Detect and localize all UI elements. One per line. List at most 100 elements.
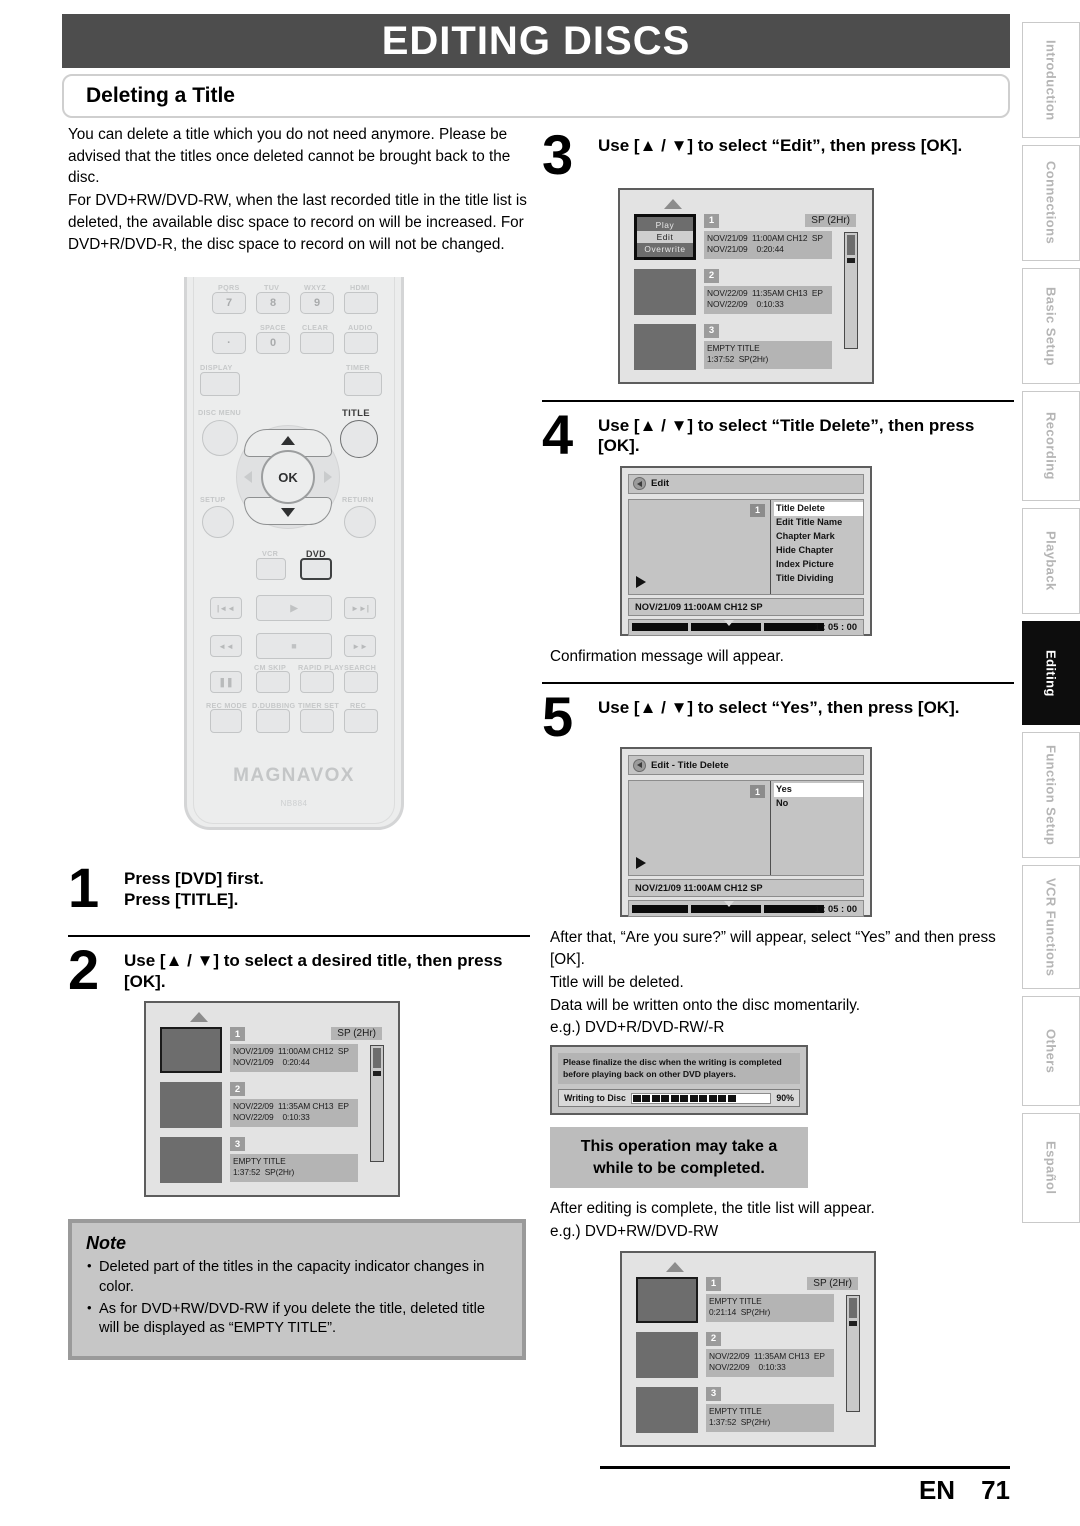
progress-percent: 90% — [776, 1093, 794, 1104]
title-thumbnail[interactable] — [636, 1331, 698, 1378]
menu-item-index-picture[interactable]: Index Picture — [774, 558, 863, 572]
step-2: 2 Use [▲ / ▼] to select a desired title,… — [68, 938, 530, 1198]
key-previous[interactable]: |◄◄ — [210, 597, 242, 620]
sidebar-item-basic-setup[interactable]: Basic Setup — [1022, 268, 1080, 384]
step-5: 5 Use [▲ / ▼] to select “Yes”, then pres… — [542, 688, 1014, 1447]
step-1-text: Press [DVD] first. Press [TITLE]. — [124, 869, 264, 909]
table-row[interactable]: Play Edit Overwrite 1 NOV/21/09 11:00AM … — [634, 213, 866, 266]
title-number-badge: 2 — [704, 268, 719, 283]
menu-item-title-dividing[interactable]: Title Dividing — [774, 572, 863, 586]
key-vcr[interactable] — [256, 558, 286, 581]
title-delete-confirm-screen: Edit - Title Delete 1 Yes No NOV/21/09 1… — [620, 747, 872, 918]
menu-item-no[interactable]: No — [774, 797, 863, 811]
sidebar-item-editing[interactable]: Editing — [1022, 621, 1080, 725]
sidebar-item-vcr-functions[interactable]: VCR Functions — [1022, 865, 1080, 989]
screen-body: 1 Yes No — [628, 780, 864, 877]
tab-label: Function Setup — [1043, 744, 1059, 846]
title-thumbnail[interactable] — [160, 1027, 222, 1074]
sidebar-item-introduction[interactable]: Introduction — [1022, 22, 1080, 138]
title-info: NOV/21/09 11:00AM CH12 SP NOV/21/09 0:20… — [704, 230, 832, 259]
key-rapid-play[interactable] — [300, 671, 334, 694]
after-step5-p2: Title will be deleted. — [550, 973, 684, 991]
menu-item-hide-chapter[interactable]: Hide Chapter — [774, 544, 863, 558]
title-info: EMPTY TITLE 1:37:52 SP(2Hr) — [706, 1403, 834, 1432]
after-step5-text: After that, “Are you sure?” will appear,… — [550, 927, 1014, 1039]
context-menu[interactable]: Play Edit Overwrite — [634, 213, 696, 260]
key-cm-skip[interactable] — [256, 671, 290, 694]
table-row[interactable]: 3 EMPTY TITLE 1:37:52 SP(2Hr) — [636, 1386, 868, 1439]
key-fast-forward[interactable]: ►► — [344, 635, 376, 658]
key-pause[interactable]: ❚❚ — [210, 671, 242, 694]
key-play[interactable]: ▶ — [256, 595, 332, 622]
key-timer[interactable] — [344, 372, 382, 397]
key-9[interactable]: 9 — [300, 292, 334, 315]
key-audio[interactable] — [344, 332, 378, 355]
menu-item-title-delete[interactable]: Title Delete — [774, 501, 863, 516]
tab-label: Editing — [1043, 649, 1059, 697]
title-thumbnail[interactable] — [160, 1082, 222, 1129]
menu-item-yes[interactable]: Yes — [774, 783, 863, 798]
screen-body: 1 Title Delete Edit Title Name Chapter M… — [628, 498, 864, 595]
sidebar-item-playback[interactable]: Playback — [1022, 508, 1080, 614]
table-row[interactable]: 1 EMPTY TITLE 0:21:14 SP(2Hr) — [636, 1276, 868, 1329]
key-label-disc-menu: DISC MENU — [198, 408, 242, 418]
key-rec[interactable] — [344, 709, 378, 734]
table-row[interactable]: 3 EMPTY TITLE 1:37:52 SP(2Hr) — [634, 323, 866, 376]
key-search[interactable] — [344, 671, 378, 694]
table-row[interactable]: 2 NOV/22/09 11:35AM CH13 EP NOV/22/09 0:… — [160, 1082, 392, 1134]
back-icon[interactable] — [633, 758, 646, 772]
menu-item-play[interactable]: Play — [637, 219, 693, 231]
key-right[interactable] — [324, 471, 332, 484]
table-row[interactable]: 2 NOV/22/09 11:35AM CH13 EP NOV/22/09 0:… — [634, 268, 866, 321]
key-left[interactable] — [244, 471, 252, 484]
arrow-right-icon — [324, 471, 332, 484]
menu-item-chapter-mark[interactable]: Chapter Mark — [774, 530, 863, 544]
key-stop[interactable]: ■ — [256, 633, 332, 660]
key-display[interactable] — [200, 372, 240, 397]
menu-item-edit[interactable]: Edit — [637, 230, 693, 243]
key-7[interactable]: 7 — [212, 292, 246, 315]
after-editing-text: After editing is complete, the title lis… — [550, 1198, 1014, 1242]
title-thumbnail[interactable] — [634, 323, 696, 370]
finalize-message: Please finalize the disc when the writin… — [558, 1053, 800, 1085]
table-row[interactable]: 1 NOV/21/09 11:00AM CH12 SP NOV/21/09 0:… — [160, 1027, 392, 1079]
title-number-badge: 1 — [704, 213, 719, 228]
key-clear[interactable] — [300, 332, 334, 355]
sidebar-item-recording[interactable]: Recording — [1022, 391, 1080, 501]
key-hdmi[interactable] — [344, 292, 378, 315]
progress-bar[interactable]: 1 : 05 : 00 — [628, 900, 864, 918]
sidebar-item-others[interactable]: Others — [1022, 996, 1080, 1106]
step-2-number: 2 — [68, 938, 99, 1002]
table-row[interactable]: 3 EMPTY TITLE 1:37:52 SP(2Hr) — [160, 1137, 392, 1189]
sidebar-item-espanol[interactable]: Español — [1022, 1113, 1080, 1223]
title-thumbnail[interactable] — [636, 1276, 698, 1323]
back-icon[interactable] — [633, 477, 646, 491]
chapter-banner: EDITING DISCS — [62, 14, 1010, 68]
menu-item-edit-title-name[interactable]: Edit Title Name — [774, 516, 863, 530]
title-thumbnail[interactable] — [636, 1386, 698, 1433]
key-dvd[interactable] — [300, 558, 332, 581]
key-next[interactable]: ►►| — [344, 597, 376, 620]
confirm-caption: Confirmation message will appear. — [550, 647, 784, 665]
after-editing-p1: After editing is complete, the title lis… — [550, 1200, 875, 1218]
title-thumbnail[interactable] — [634, 268, 696, 315]
progress-segment — [632, 904, 688, 913]
sidebar-item-connections[interactable]: Connections — [1022, 145, 1080, 261]
key-d-dubbing[interactable] — [256, 709, 290, 734]
key-dot[interactable]: · — [212, 332, 246, 355]
key-ok[interactable]: OK — [261, 450, 315, 505]
progress-bar[interactable]: 1 : 05 : 00 — [628, 618, 864, 636]
final-title-list-screen: SP (2Hr) 1 EMPTY TITLE 0:21:14 SP(2Hr) 2… — [620, 1250, 876, 1447]
key-0[interactable]: 0 — [256, 332, 290, 355]
key-timer-set[interactable] — [300, 709, 334, 734]
key-rewind[interactable]: ◄◄ — [210, 635, 242, 658]
key-8[interactable]: 8 — [256, 292, 290, 315]
table-row[interactable]: 2 NOV/22/09 11:35AM CH13 EP NOV/22/09 0:… — [636, 1331, 868, 1384]
title-thumbnail[interactable] — [160, 1137, 222, 1184]
sidebar-item-function-setup[interactable]: Function Setup — [1022, 732, 1080, 858]
note-box: Note Deleted part of the titles in the c… — [68, 1219, 526, 1360]
key-rec-mode[interactable] — [210, 709, 242, 734]
title-number-badge: 1 — [750, 785, 765, 799]
menu-item-overwrite[interactable]: Overwrite — [637, 243, 693, 255]
screen-title: Edit — [651, 478, 670, 490]
